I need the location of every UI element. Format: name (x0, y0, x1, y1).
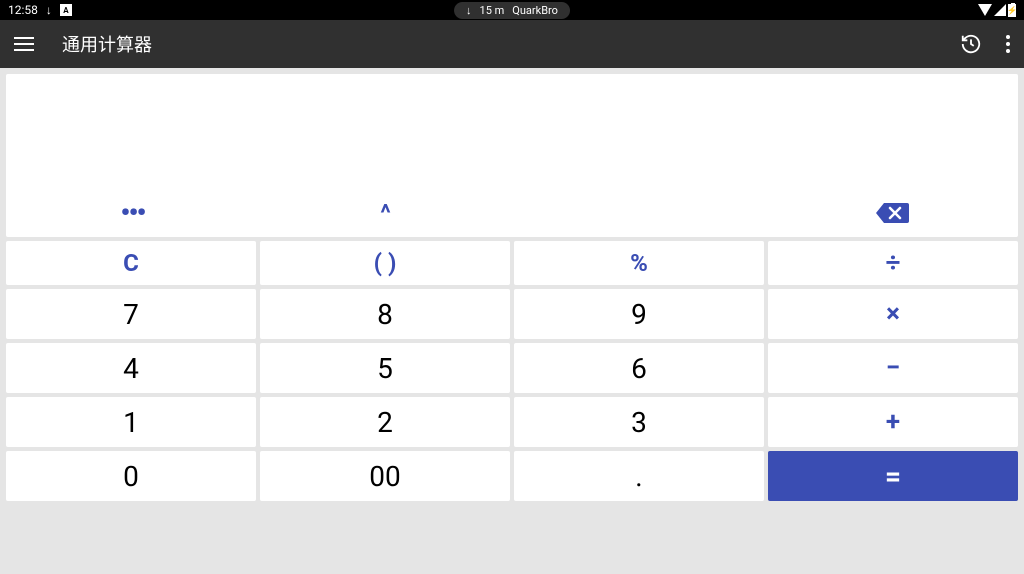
digit-5-button[interactable]: 5 (260, 343, 510, 393)
wifi-icon (978, 4, 992, 16)
decimal-button[interactable]: . (514, 451, 764, 501)
multiply-button[interactable]: × (768, 289, 1018, 339)
status-time: 12:58 (8, 3, 38, 17)
ime-indicator: A (60, 4, 72, 16)
plus-button[interactable]: + (768, 397, 1018, 447)
backspace-button[interactable] (765, 201, 1018, 225)
clear-button[interactable]: C (6, 241, 256, 285)
display-panel: ••• ^ (6, 74, 1018, 237)
pill-download-icon: ↓ (466, 4, 472, 17)
history-icon[interactable] (960, 33, 982, 55)
parentheses-button[interactable]: ( ) (260, 241, 510, 285)
digit-6-button[interactable]: 6 (514, 343, 764, 393)
calculator-body: ••• ^ C ( ) % ÷ 7 8 9 × 4 5 6 − 1 2 3 + … (0, 68, 1024, 507)
power-button[interactable]: ^ (259, 199, 512, 227)
function-row: ••• ^ (6, 189, 1018, 237)
digit-3-button[interactable]: 3 (514, 397, 764, 447)
status-bar: 12:58 ↓ A ↓ 15 m QuarkBro ⚡ (0, 0, 1024, 20)
page-title: 通用计算器 (62, 31, 152, 57)
more-icon[interactable] (1006, 35, 1010, 53)
divide-button[interactable]: ÷ (768, 241, 1018, 285)
digit-9-button[interactable]: 9 (514, 289, 764, 339)
status-right: ⚡ (978, 4, 1016, 17)
digit-8-button[interactable]: 8 (260, 289, 510, 339)
display-value (6, 137, 1018, 189)
equals-button[interactable]: = (768, 451, 1018, 501)
download-icon: ↓ (46, 3, 52, 17)
digit-1-button[interactable]: 1 (6, 397, 256, 447)
menu-icon[interactable] (14, 37, 34, 51)
keypad: C ( ) % ÷ 7 8 9 × 4 5 6 − 1 2 3 + 0 00 .… (6, 241, 1018, 501)
status-pill[interactable]: ↓ 15 m QuarkBro (454, 2, 570, 19)
digit-2-button[interactable]: 2 (260, 397, 510, 447)
battery-icon: ⚡ (1008, 4, 1016, 17)
more-functions-button[interactable]: ••• (6, 208, 259, 218)
percent-button[interactable]: % (514, 241, 764, 285)
digit-7-button[interactable]: 7 (6, 289, 256, 339)
digit-0-button[interactable]: 0 (6, 451, 256, 501)
pill-time: 15 m (480, 4, 505, 17)
minus-button[interactable]: − (768, 343, 1018, 393)
backspace-icon (875, 201, 909, 225)
pill-app: QuarkBro (512, 4, 558, 17)
digit-4-button[interactable]: 4 (6, 343, 256, 393)
status-left: 12:58 ↓ A (8, 3, 72, 17)
digit-00-button[interactable]: 00 (260, 451, 510, 501)
app-bar: 通用计算器 (0, 20, 1024, 68)
signal-icon (994, 4, 1006, 16)
